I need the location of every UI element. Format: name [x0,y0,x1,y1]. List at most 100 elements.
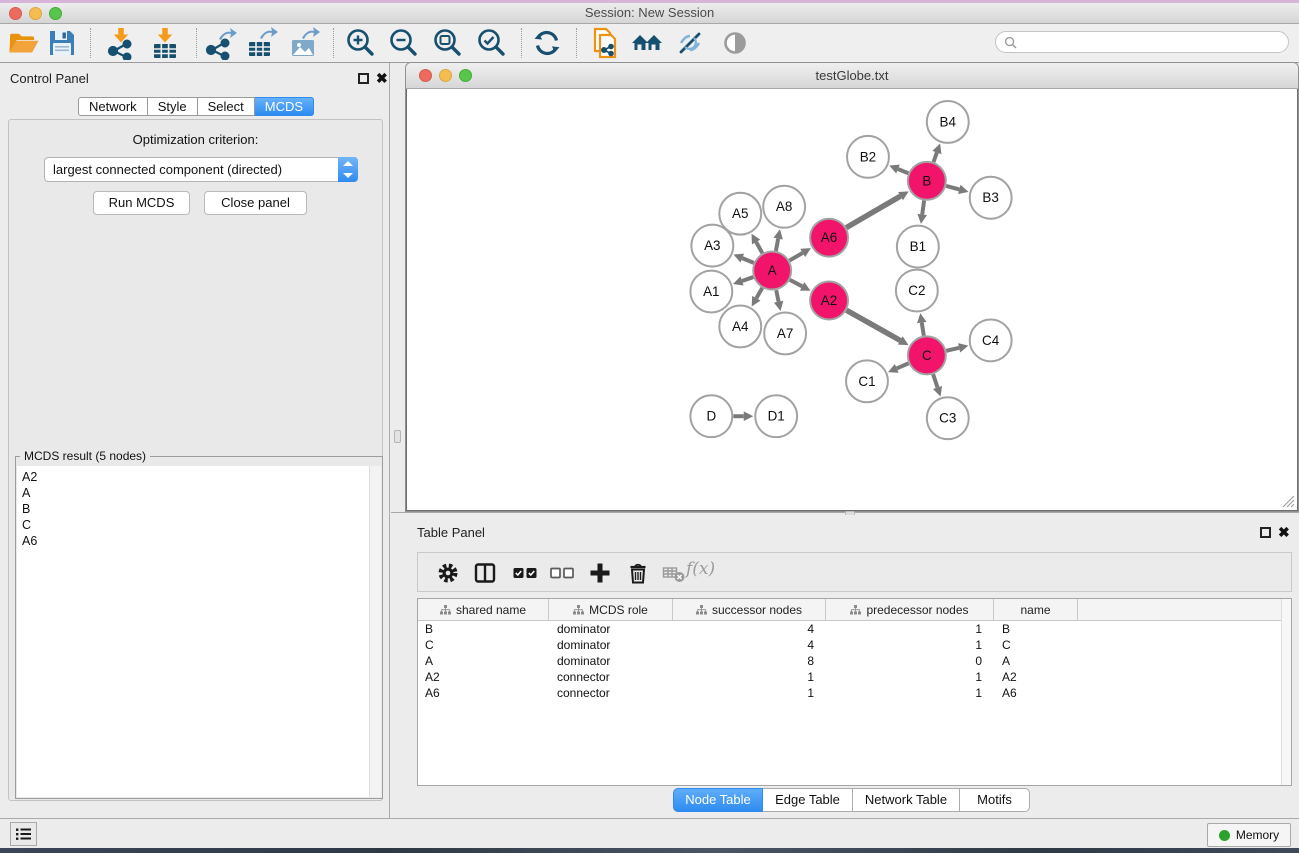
edge-A2-C[interactable] [846,310,900,340]
cell[interactable]: 1 [673,669,826,685]
delete-row-trash-icon[interactable] [625,560,651,586]
close-panel-icon[interactable]: ✖ [376,73,388,84]
zoom-window-button[interactable] [49,7,62,20]
edge-B-B4[interactable] [934,152,937,162]
vertical-splitter-grip[interactable] [394,430,401,443]
cell[interactable]: A [418,653,549,669]
criterion-dropdown[interactable]: largest connected component (directed) [44,157,358,182]
run-mcds-button[interactable]: Run MCDS [93,191,190,215]
table-row[interactable]: Cdominator41C [418,637,1291,653]
cell[interactable]: A6 [418,685,549,701]
edge-A-A6[interactable] [789,253,802,261]
table-row[interactable]: Bdominator41B [418,621,1291,637]
float-panel-icon[interactable] [358,73,369,84]
cell[interactable]: A [994,653,1078,669]
column-header-successor-nodes[interactable]: successor nodes [673,599,826,620]
network-graph[interactable]: B4B2BB3A5A8A6A3B1AA1C2A2A4A7C4CC1C3DD1 [407,89,1297,510]
column-header-name[interactable]: name [994,599,1078,620]
export-image-icon[interactable] [288,26,322,60]
deselect-all-icon[interactable] [549,560,575,586]
cell[interactable]: A2 [418,669,549,685]
edge-B-B3[interactable] [946,186,959,190]
search-input[interactable] [1022,35,1280,49]
cell[interactable]: 4 [673,637,826,653]
close-panel-button[interactable]: Close panel [204,191,307,215]
cell[interactable]: connector [549,669,673,685]
cell[interactable]: A6 [994,685,1078,701]
memory-button[interactable]: Memory [1207,823,1291,847]
edge-A-A3[interactable] [742,258,754,263]
tab-edge-table[interactable]: Edge Table [763,788,853,812]
edge-A-A7[interactable] [776,290,778,302]
search-field[interactable] [995,31,1289,53]
cell[interactable]: connector [549,685,673,701]
refresh-icon[interactable] [530,26,564,60]
result-item[interactable]: C [17,517,381,533]
edge-B-B2[interactable] [898,169,908,173]
float-table-panel-icon[interactable] [1260,527,1271,538]
show-graphics-icon[interactable] [718,26,752,60]
cell[interactable]: B [994,621,1078,637]
cell[interactable]: C [418,637,549,653]
hide-graphics-icon[interactable] [673,26,707,60]
column-settings-gear-icon[interactable] [435,560,461,586]
network-canvas[interactable]: B4B2BB3A5A8A6A3B1AA1C2A2A4A7C4CC1C3DD1 [406,89,1298,511]
close-view-button[interactable] [419,69,432,82]
edge-A-A1[interactable] [742,277,753,281]
show-columns-icon[interactable] [472,560,498,586]
zoom-out-icon[interactable] [387,26,421,60]
table-row[interactable]: A2connector11A2 [418,669,1291,685]
close-table-panel-icon[interactable]: ✖ [1278,527,1290,538]
edge-C-C1[interactable] [897,363,909,368]
save-session-icon[interactable] [45,26,79,60]
cell[interactable]: 1 [826,685,994,701]
edge-C-C3[interactable] [933,374,937,387]
edge-B-B1[interactable] [922,201,924,215]
cell[interactable]: 1 [826,621,994,637]
edge-A-A5[interactable] [756,242,762,253]
tab-style[interactable]: Style [148,97,198,116]
cell[interactable]: C [994,637,1078,653]
cell[interactable]: B [418,621,549,637]
node-table[interactable]: shared nameMCDS rolesuccessor nodesprede… [417,598,1292,786]
cell[interactable]: 0 [826,653,994,669]
import-table-icon[interactable] [148,26,182,60]
tab-mcds[interactable]: MCDS [255,97,314,116]
cell[interactable]: dominator [549,653,673,669]
select-all-icon[interactable] [512,560,538,586]
column-header-MCDS-role[interactable]: MCDS role [549,599,673,620]
tab-select[interactable]: Select [198,97,255,116]
tab-motifs[interactable]: Motifs [960,788,1030,812]
column-header-predecessor-nodes[interactable]: predecessor nodes [826,599,994,620]
export-network-icon[interactable] [204,26,238,60]
network-window-titlebar[interactable]: testGlobe.txt [406,63,1298,89]
edge-A-A4[interactable] [756,288,762,298]
result-item[interactable]: A6 [17,533,381,549]
cell[interactable]: 1 [826,669,994,685]
table-row[interactable]: A6connector11A6 [418,685,1291,701]
column-header-shared-name[interactable]: shared name [418,599,549,620]
minimize-view-button[interactable] [439,69,452,82]
cell[interactable]: dominator [549,621,673,637]
table-row[interactable]: Adominator80A [418,653,1291,669]
zoom-selected-icon[interactable] [475,26,509,60]
edge-A-A8[interactable] [776,239,778,251]
zoom-fit-icon[interactable] [431,26,465,60]
cell[interactable]: dominator [549,637,673,653]
tab-node-table[interactable]: Node Table [673,788,763,812]
open-session-icon[interactable] [7,26,41,60]
result-item[interactable]: A [17,485,381,501]
cell[interactable]: 1 [673,685,826,701]
panel-list-button[interactable] [10,822,37,846]
result-item[interactable]: A2 [17,469,381,485]
edge-A6-B[interactable] [846,196,900,228]
zoom-in-icon[interactable] [344,26,378,60]
edge-C-C2[interactable] [922,323,924,336]
cell[interactable]: A2 [994,669,1078,685]
result-item[interactable]: B [17,501,381,517]
tab-network[interactable]: Network [78,97,148,116]
cell[interactable]: 1 [826,637,994,653]
edge-C-C4[interactable] [946,348,959,351]
import-network-icon[interactable] [104,26,138,60]
minimize-window-button[interactable] [29,7,42,20]
